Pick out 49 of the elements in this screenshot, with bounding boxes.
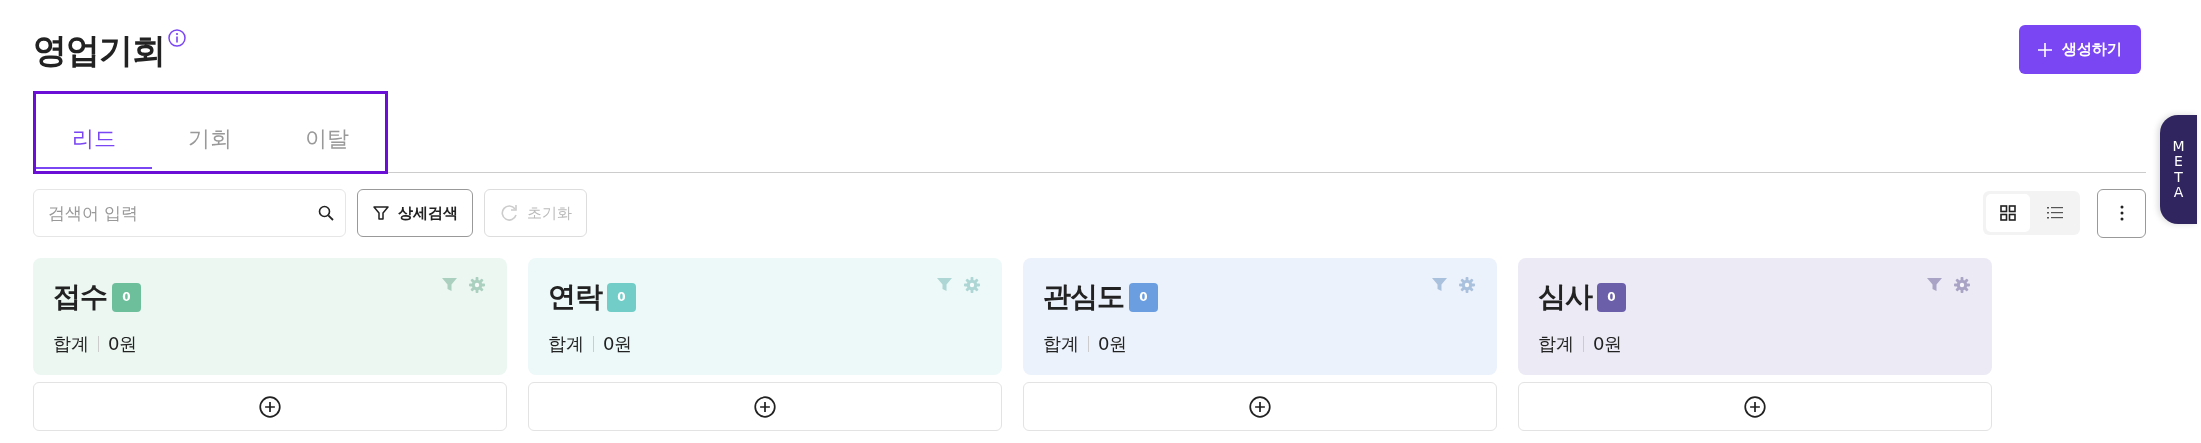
total-label: 합계 [1538,332,1574,356]
create-button[interactable]: 생성하기 [2019,25,2141,74]
filter-icon[interactable] [937,277,952,292]
column-title: 관심도 [1043,279,1124,315]
more-button[interactable] [2097,188,2146,238]
info-icon[interactable] [168,29,186,47]
count-badge: 0 [607,282,636,312]
list-icon [2047,206,2063,220]
total-amount: 0원 [108,332,138,356]
grid-view-button[interactable] [1986,194,2030,232]
total-amount: 0원 [1593,332,1623,356]
add-button[interactable] [1023,382,1497,431]
total-label: 합계 [1043,332,1079,356]
total-label: 합계 [53,332,89,356]
count-badge: 0 [112,282,141,312]
add-button[interactable] [528,382,1002,431]
add-button[interactable] [33,382,507,431]
add-icon [259,395,281,418]
refresh-icon [499,203,519,223]
add-icon [754,395,776,418]
add-button[interactable] [1518,382,1992,431]
total-amount: 0원 [603,332,633,356]
grid-icon [2000,205,2016,221]
plus-icon [2038,42,2052,57]
settings-icon[interactable] [1459,277,1475,293]
count-badge: 0 [1597,282,1626,312]
settings-icon[interactable] [1954,277,1970,293]
filter-icon[interactable] [1927,277,1942,292]
count-badge: 0 [1129,282,1158,312]
search-icon[interactable] [318,205,334,221]
settings-icon[interactable] [469,277,485,293]
filter-icon[interactable] [1432,277,1447,292]
total-label: 합계 [548,332,584,356]
add-icon [1249,395,1271,418]
more-icon [2119,205,2124,221]
page-title: 영업기회 [33,29,165,71]
tab[interactable]: 이탈 [268,111,385,169]
column-title: 연락 [548,279,602,315]
tab[interactable]: 기회 [152,111,269,169]
column-title: 접수 [53,279,107,315]
tab[interactable]: 리드 [36,111,153,169]
add-icon [1744,395,1766,418]
filter-icon [372,204,390,222]
column-title: 심사 [1538,279,1592,315]
total-amount: 0원 [1098,332,1128,356]
detail-search-button[interactable]: 상세검색 [357,189,473,237]
settings-icon[interactable] [964,277,980,293]
filter-icon[interactable] [442,277,457,292]
search-field[interactable]: 검색어 입력 [33,189,346,237]
